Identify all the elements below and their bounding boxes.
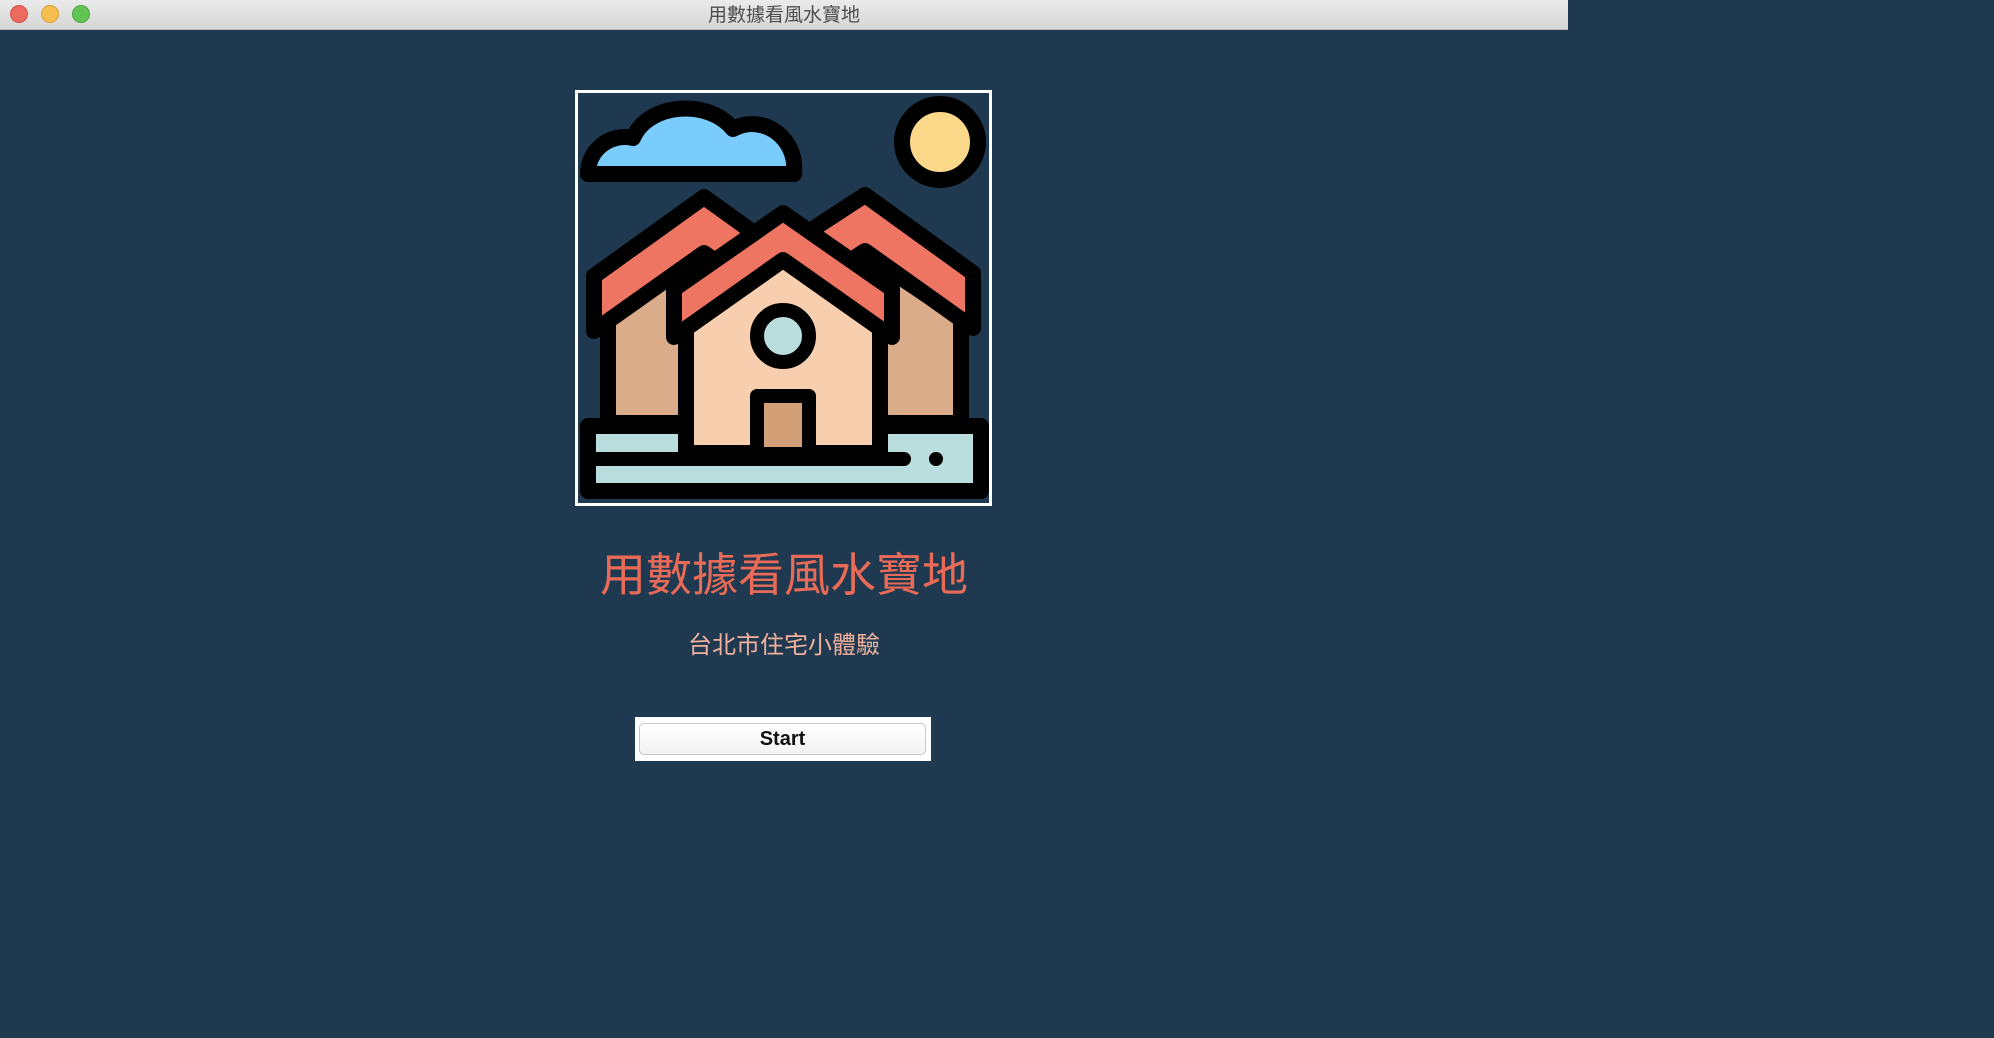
start-button-container: Start <box>635 717 931 761</box>
app-subheadline: 台北市住宅小體驗 <box>688 631 880 659</box>
hero-image-frame <box>575 90 992 506</box>
houses-illustration-icon <box>580 96 989 499</box>
cloud-icon <box>580 100 803 182</box>
start-button[interactable]: Start <box>639 723 926 755</box>
window-title: 用數據看風水寶地 <box>707 4 860 26</box>
path-dot <box>929 452 943 466</box>
round-window <box>750 303 816 369</box>
title-bar[interactable]: 用數據看風水寶地 <box>0 0 1568 30</box>
app-headline: 用數據看風水寶地 <box>600 548 968 602</box>
front-door <box>750 389 816 461</box>
app-window: 用數據看風水寶地 用數據看風水寶地 台北市住宅小體驗 Start <box>0 0 1568 816</box>
sun-icon <box>894 96 986 188</box>
